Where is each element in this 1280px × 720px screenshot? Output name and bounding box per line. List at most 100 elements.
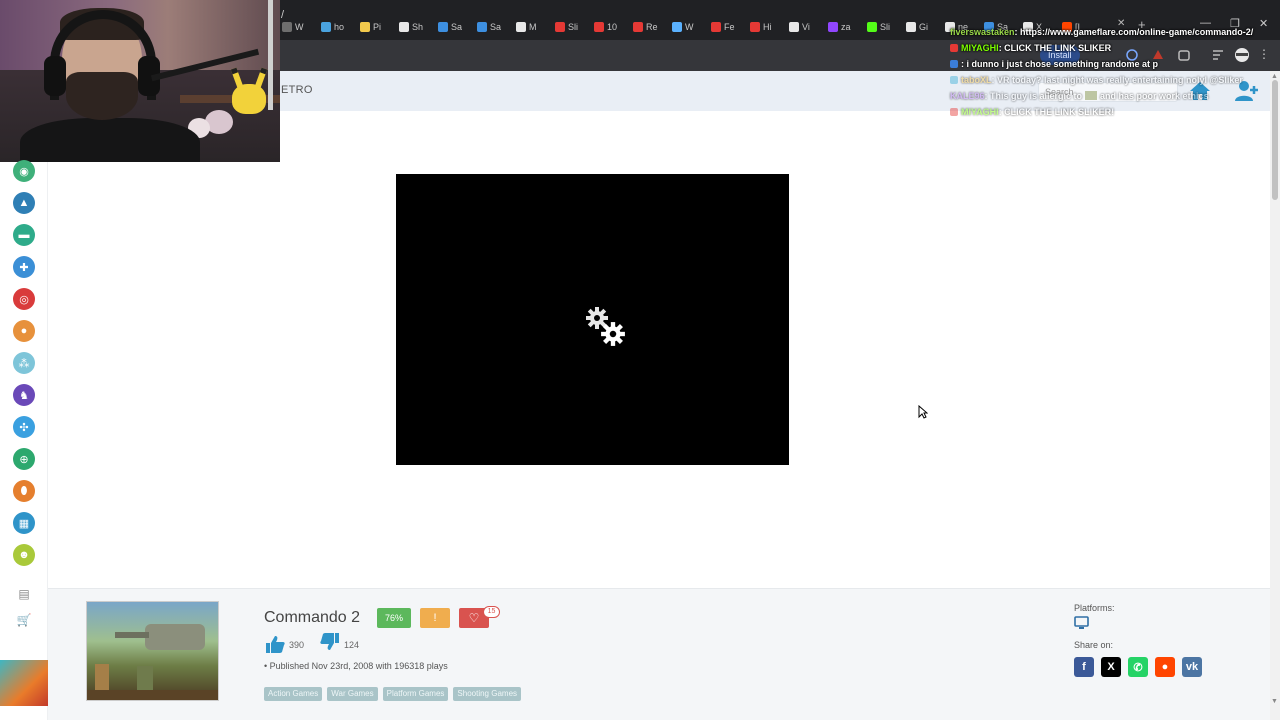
sidebar-category-mask-icon[interactable]: ◉ bbox=[13, 160, 35, 182]
tab-favicon-icon bbox=[360, 22, 370, 32]
chat-text-continued: and has poor work ethics bbox=[1100, 91, 1209, 101]
sidebar-category-car-icon[interactable]: ▬ bbox=[13, 224, 35, 246]
tab-favicon-icon bbox=[321, 22, 331, 32]
chat-message: : i dunno i just chose something randome… bbox=[950, 59, 1158, 69]
address-text[interactable]: / bbox=[281, 9, 284, 21]
sidebar-category-rocket-icon[interactable]: ▲ bbox=[13, 192, 35, 214]
browser-menu-icon[interactable]: ⋮ bbox=[1258, 47, 1270, 63]
chat-text: : i dunno i just chose something randome… bbox=[961, 59, 1159, 69]
sidebar-category-monkey-icon[interactable]: ● bbox=[13, 320, 35, 342]
chat-username: fiverswastaken bbox=[950, 27, 1015, 37]
sidebar-category-group-icon[interactable]: ⁂ bbox=[13, 352, 35, 374]
facebook-share-icon[interactable]: f bbox=[1074, 657, 1094, 677]
game-thumbnail[interactable] bbox=[86, 601, 219, 701]
tab-favicon-icon bbox=[555, 22, 565, 32]
tab-label: Fe bbox=[724, 22, 735, 32]
scrollbar-thumb[interactable] bbox=[1272, 80, 1278, 200]
browser-tab[interactable]: W bbox=[672, 18, 694, 36]
loading-gear-small-icon bbox=[601, 322, 625, 346]
category-tag[interactable]: Platform Games bbox=[382, 687, 449, 701]
chat-message: KALE96: This guy is allergic to and has p… bbox=[950, 91, 1209, 101]
tab-favicon-icon bbox=[828, 22, 838, 32]
nav-item-retro[interactable]: ETRO bbox=[281, 84, 313, 96]
browser-tab[interactable]: Vi bbox=[789, 18, 810, 36]
chat-badge-icon bbox=[950, 108, 958, 116]
tab-favicon-icon bbox=[399, 22, 409, 32]
browser-tab[interactable]: 10 bbox=[594, 18, 617, 36]
thumbs-down-icon[interactable] bbox=[319, 632, 341, 652]
publish-info: • Published Nov 23rd, 2008 with 196318 p… bbox=[264, 661, 448, 671]
whatsapp-share-icon[interactable]: ✆ bbox=[1128, 657, 1148, 677]
thumbs-up-icon[interactable] bbox=[264, 634, 286, 654]
browser-tab[interactable]: Sli bbox=[867, 18, 890, 36]
tab-favicon-icon bbox=[867, 22, 877, 32]
browser-tab[interactable]: Sa bbox=[438, 18, 462, 36]
sidebar-category-puzzle-icon[interactable]: ✣ bbox=[13, 416, 35, 438]
x-share-icon[interactable]: X bbox=[1101, 657, 1121, 677]
tab-favicon-icon bbox=[672, 22, 682, 32]
close-window-button[interactable]: ✕ bbox=[1259, 17, 1268, 30]
category-tag[interactable]: Shooting Games bbox=[453, 687, 522, 701]
sidebar-category-crosshair-icon[interactable]: ⊕ bbox=[13, 448, 35, 470]
category-tag[interactable]: War Games bbox=[327, 687, 378, 701]
chat-text: : CLICK THE LINK SLIKER! bbox=[998, 107, 1115, 117]
tab-label: Sli bbox=[880, 22, 891, 32]
cart-icon[interactable]: 🛒 bbox=[16, 613, 32, 627]
sidebar-category-gamepad-icon[interactable]: ✚ bbox=[13, 256, 35, 278]
browser-tab[interactable]: Gi bbox=[906, 18, 928, 36]
profile-avatar-icon[interactable] bbox=[1234, 47, 1250, 63]
browser-tab[interactable]: Re bbox=[633, 18, 658, 36]
game-title: Commando 2 bbox=[264, 609, 361, 626]
sidebar-category-football-icon[interactable]: ⬮ bbox=[13, 480, 35, 502]
tab-label: Hi bbox=[763, 22, 772, 32]
browser-tab[interactable]: za bbox=[828, 18, 851, 36]
browser-tab[interactable]: Sh bbox=[399, 18, 423, 36]
tab-favicon-icon bbox=[477, 22, 487, 32]
chat-message: MIYAGHI: CLICK THE LINK SLIKER! bbox=[950, 107, 1114, 117]
vk-share-icon[interactable]: vk bbox=[1182, 657, 1202, 677]
chat-message: MIYAGHI: CLICK THE LINK SLIKER bbox=[950, 43, 1111, 53]
chat-message: fiverswastaken: https://www.gameflare.co… bbox=[950, 27, 1253, 37]
chat-text: : https://www.gameflare.com/online-game/… bbox=[1014, 27, 1254, 37]
extensions-puzzle-icon[interactable] bbox=[1176, 47, 1192, 63]
chat-badge-icon bbox=[950, 44, 958, 52]
scroll-up-arrow-icon[interactable]: ▲ bbox=[1271, 73, 1278, 80]
media-control-icon[interactable] bbox=[1210, 47, 1226, 63]
scroll-down-arrow-icon[interactable]: ▼ bbox=[1271, 698, 1278, 705]
tab-label: Sa bbox=[451, 22, 463, 32]
browser-tab[interactable]: Pi bbox=[360, 18, 381, 36]
tab-label: 10 bbox=[607, 22, 618, 32]
tab-favicon-icon bbox=[282, 22, 292, 32]
browser-tab[interactable]: Fe bbox=[711, 18, 735, 36]
screen: Who Pi Sh Sa Sa M Sli 10 Re W Fe Hi Vi za Sli Gi ne Sa X [I… bbox=[0, 0, 1280, 720]
browser-tab[interactable]: M bbox=[516, 18, 537, 36]
sidebar-category-building-icon[interactable]: ▦ bbox=[13, 512, 35, 534]
sidebar-category-target-icon[interactable]: ◎ bbox=[13, 288, 35, 310]
browser-tab[interactable]: Hi bbox=[750, 18, 772, 36]
chat-badge-icon bbox=[950, 76, 958, 84]
browser-tab[interactable]: ho bbox=[321, 18, 344, 36]
tab-favicon-icon bbox=[789, 22, 799, 32]
tab-label: Re bbox=[646, 22, 658, 32]
news-icon[interactable]: ▤ bbox=[16, 587, 32, 601]
sidebar-category-zombie-icon[interactable]: ☻ bbox=[13, 544, 35, 566]
browser-tab[interactable]: Sli bbox=[555, 18, 578, 36]
tab-favicon-icon bbox=[906, 22, 916, 32]
tab-label: Sh bbox=[412, 22, 424, 32]
browser-tab[interactable]: W bbox=[282, 18, 304, 36]
tab-label: W bbox=[685, 22, 694, 32]
tab-label: W bbox=[295, 22, 304, 32]
report-button[interactable]: ! bbox=[420, 608, 450, 628]
dislike-count: 124 bbox=[344, 640, 360, 650]
tab-favicon-icon bbox=[594, 22, 604, 32]
chat-text: : VR today? last night was really entert… bbox=[991, 75, 1243, 85]
sidebar-category-horse-icon[interactable]: ♞ bbox=[13, 384, 35, 406]
chat-message: taboXL: VR today? last night was really … bbox=[950, 75, 1243, 85]
reddit-share-icon[interactable]: ● bbox=[1155, 657, 1175, 677]
tab-favicon-icon bbox=[516, 22, 526, 32]
category-tag[interactable]: Action Games bbox=[264, 687, 323, 701]
tab-label: Pi bbox=[373, 22, 382, 32]
user-avatar[interactable] bbox=[0, 660, 48, 706]
browser-tab[interactable]: Sa bbox=[477, 18, 501, 36]
tab-favicon-icon bbox=[711, 22, 721, 32]
